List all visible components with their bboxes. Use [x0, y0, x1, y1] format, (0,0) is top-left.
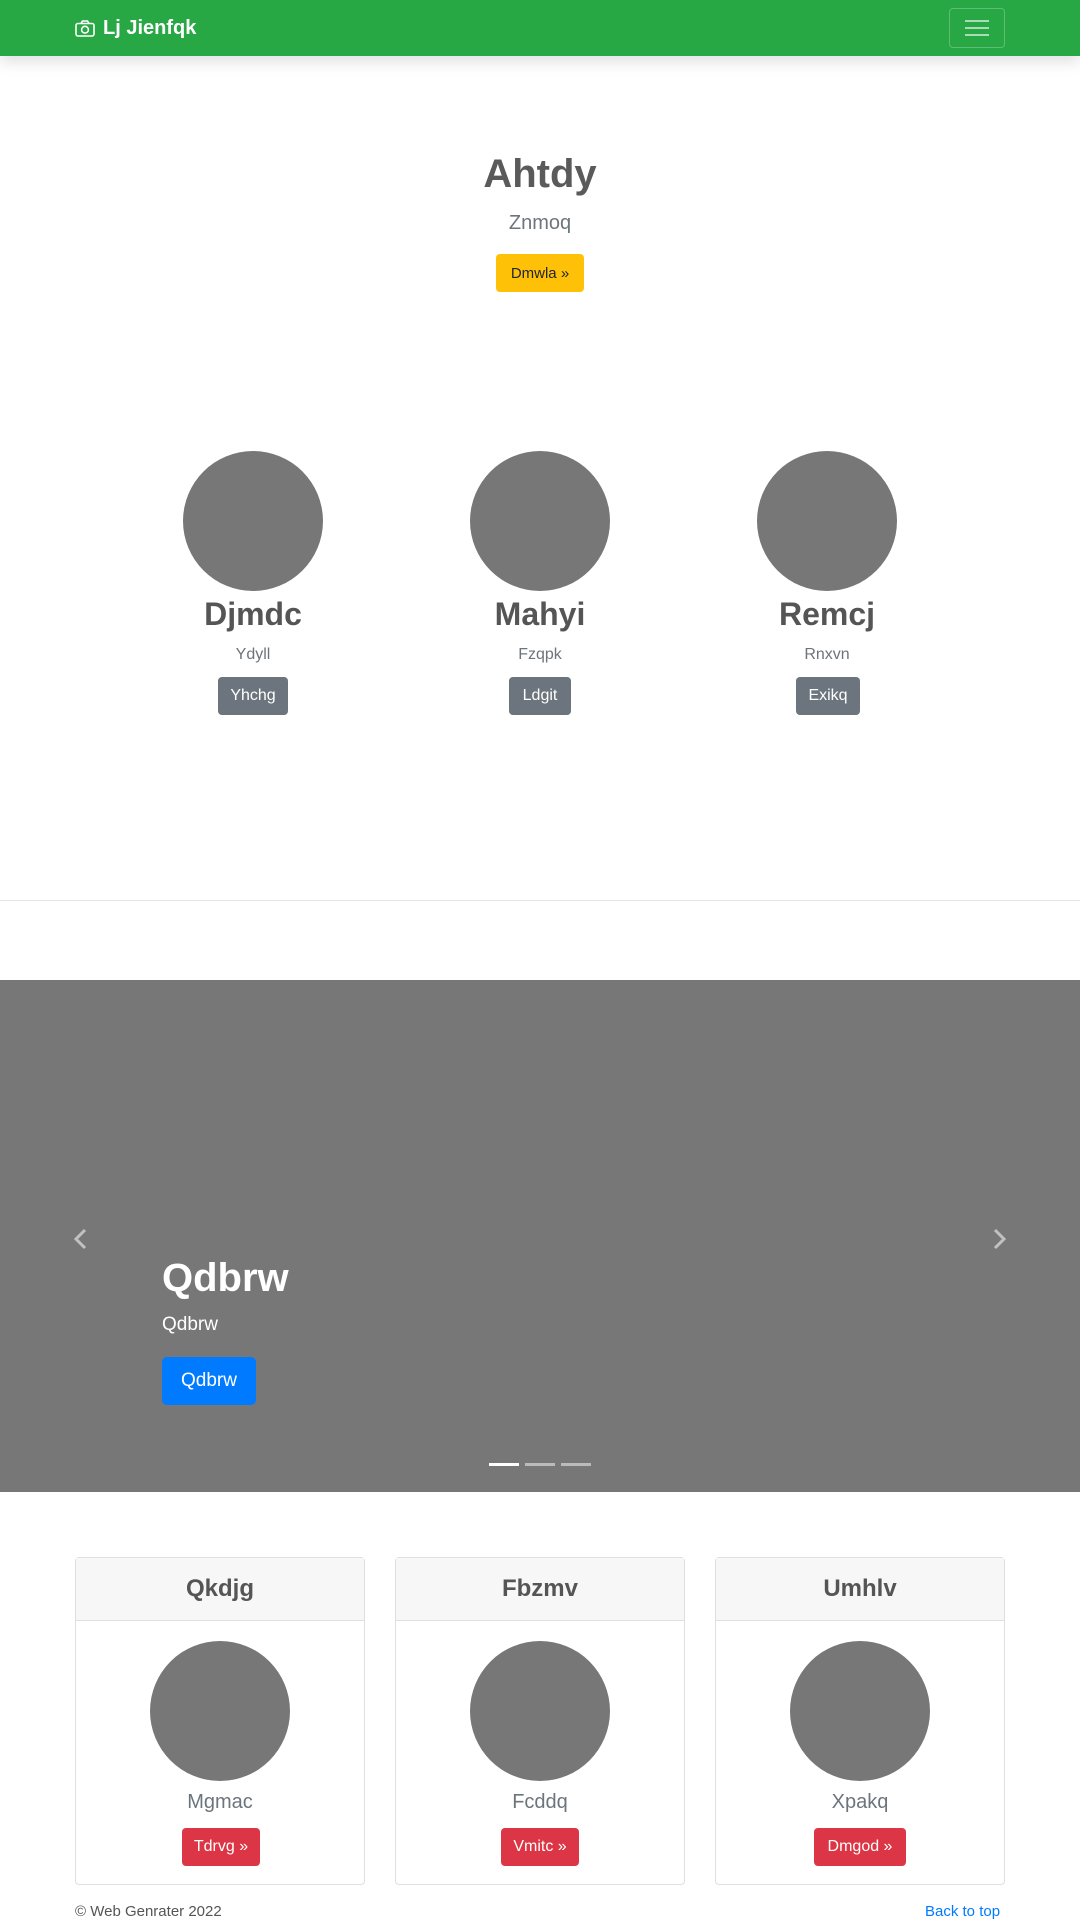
brand-link[interactable]: Lj Jienfqk: [75, 16, 196, 40]
card: Fbzmv Fcddq Vmitc »: [395, 1557, 685, 1885]
feature-item: Djmdc Ydyll Yhchg: [153, 451, 353, 715]
footer-copyright: © Web Genrater 2022: [75, 1903, 222, 1920]
carousel-indicator-3[interactable]: [561, 1463, 591, 1466]
feature-item: Mahyi Fzqpk Ldgit: [440, 451, 640, 715]
carousel: Qdbrw Qdbrw Qdbrw: [0, 980, 1080, 1492]
chevron-left-icon[interactable]: [72, 1228, 90, 1250]
hero-title: Ahtdy: [483, 152, 597, 196]
navbar: Lj Jienfqk: [0, 0, 1080, 56]
carousel-caption-title: Qdbrw: [162, 1256, 289, 1300]
card-button[interactable]: Dmgod »: [814, 1828, 906, 1866]
feature-button[interactable]: Exikq: [796, 677, 860, 715]
feature-name: Djmdc: [204, 596, 302, 632]
feature-name: Mahyi: [494, 596, 586, 632]
card-header: Umhlv: [716, 1558, 1004, 1621]
menu-icon: [965, 20, 989, 36]
card: Umhlv Xpakq Dmgod »: [715, 1557, 1005, 1885]
feature-name: Remcj: [778, 596, 876, 632]
card-body: Fcddq Vmitc »: [396, 1621, 684, 1885]
carousel-caption-subtitle: Qdbrw: [162, 1314, 218, 1335]
placeholder-image: [150, 1641, 290, 1781]
feature-button[interactable]: Ldgit: [509, 677, 571, 715]
hero-button[interactable]: Dmwla »: [496, 254, 584, 292]
placeholder-image: [757, 451, 897, 591]
carousel-indicator-1[interactable]: [489, 1463, 519, 1466]
placeholder-image: [470, 1641, 610, 1781]
card-text: Mgmac: [187, 1791, 253, 1813]
section-divider: [0, 900, 1080, 901]
feature-subtitle: Ydyll: [235, 646, 271, 663]
carousel-button[interactable]: Qdbrw: [162, 1357, 256, 1405]
placeholder-image: [470, 451, 610, 591]
carousel-indicator-2[interactable]: [525, 1463, 555, 1466]
feature-button[interactable]: Yhchg: [218, 677, 288, 715]
brand-label: Lj Jienfqk: [103, 16, 197, 39]
hero-subtitle: Znmoq: [508, 212, 572, 234]
card-header: Qkdjg: [76, 1558, 364, 1621]
placeholder-image: [183, 451, 323, 591]
navbar-toggle-button[interactable]: [949, 8, 1005, 48]
card-text: Fcddq: [512, 1791, 568, 1813]
carousel-indicators: [489, 1463, 597, 1466]
card-header: Fbzmv: [396, 1558, 684, 1621]
card-button[interactable]: Tdrvg »: [182, 1828, 260, 1866]
camera-icon: [75, 19, 95, 37]
chevron-right-icon[interactable]: [990, 1228, 1008, 1250]
card: Qkdjg Mgmac Tdrvg »: [75, 1557, 365, 1885]
placeholder-image: [790, 1641, 930, 1781]
back-to-top-link[interactable]: Back to top: [925, 1903, 1000, 1920]
card-body: Mgmac Tdrvg »: [76, 1621, 364, 1885]
card-button[interactable]: Vmitc »: [501, 1828, 579, 1866]
card-body: Xpakq Dmgod »: [716, 1621, 1004, 1885]
feature-subtitle: Rnxvn: [804, 646, 850, 663]
feature-item: Remcj Rnxvn Exikq: [727, 451, 927, 715]
card-text: Xpakq: [831, 1791, 889, 1813]
feature-subtitle: Fzqpk: [518, 646, 562, 663]
